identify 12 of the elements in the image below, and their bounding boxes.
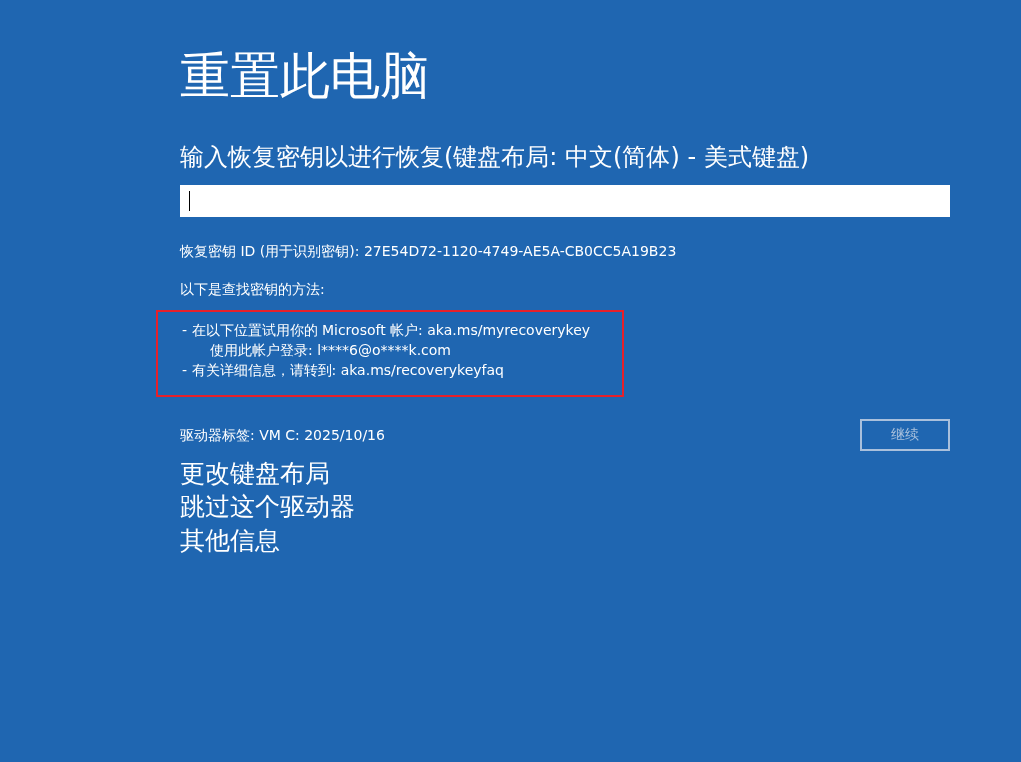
page-title: 重置此电脑 <box>180 46 431 106</box>
key-id-text: 恢复密钥 ID (用于识别密钥): 27E54D72-1120-4749-AE5A-CB0CC5A19B23 <box>180 242 678 262</box>
option-link[interactable]: 跳过这个驱动器 <box>180 490 355 525</box>
methods-heading: 以下是查找密钥的方法: <box>180 280 326 300</box>
option-link[interactable]: 更改键盘布局 <box>180 456 330 491</box>
account-hint: 使用此帐户登录: l****6@o****k.com <box>209 341 452 361</box>
method-line: - 有关详细信息，请转到: aka.ms/recoverykeyfaq <box>182 361 505 381</box>
recovery-key-field[interactable] <box>180 185 950 218</box>
option-link[interactable]: 其他信息 <box>180 524 280 558</box>
drive-label: 驱动器标签: VM C: 2025/10/16 <box>180 425 385 445</box>
prompt-text: 输入恢复密钥以进行恢复(键盘布局: 中文(简体) - 美式键盘) <box>180 142 811 173</box>
method-line: - 在以下位置试用你的 Microsoft 帐户: aka.ms/myrecoverykey <box>182 320 592 340</box>
